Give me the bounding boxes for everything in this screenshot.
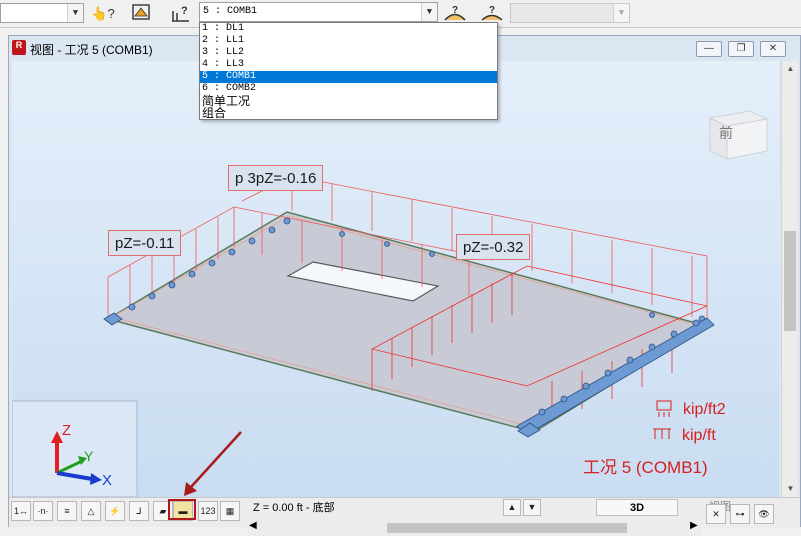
dropdown-item-simple-cases[interactable]: 简单工况 — [200, 95, 497, 107]
load-case-dropdown[interactable]: 1 : DL1 2 : LL1 3 : LL2 4 : LL3 5 : COMB… — [199, 22, 498, 120]
3d-viewport[interactable]: Z Y X 前 pZ=-0.11 p 3pZ=-0.16 pZ=-0.32 ki… — [12, 61, 779, 497]
window-title: 视图 - 工况 5 (COMB1) — [30, 43, 153, 57]
panel-label-icon[interactable]: ≡ — [57, 501, 77, 521]
restore-button[interactable]: ❐ — [728, 41, 754, 57]
scroll-thumb[interactable] — [784, 231, 796, 331]
highlight-box — [168, 499, 196, 520]
app-logo-icon: R — [12, 40, 26, 55]
hide-loads-icon[interactable]: ✕ — [706, 504, 726, 524]
release-icon[interactable]: ⚡ — [105, 501, 125, 521]
structure-model: Z Y X — [12, 110, 769, 497]
chevron-down-icon: ▼ — [613, 4, 629, 22]
eye-icon[interactable]: 👁 — [754, 504, 774, 524]
disabled-combo: ▼ — [510, 3, 630, 23]
load-edit-graphic: ? — [481, 5, 503, 21]
help-pointer-icon[interactable]: 👆? — [90, 2, 116, 26]
load-case-combo-value: 5 : COMB1 — [203, 6, 258, 17]
slab-panel — [106, 211, 709, 433]
load-query-icon[interactable]: ? — [168, 2, 194, 26]
load-query-graphic: ? — [172, 5, 189, 22]
load-label-left: pZ=-0.11 — [108, 230, 182, 256]
close-button[interactable]: ✕ — [760, 41, 786, 57]
load-case-combo[interactable]: 5 : COMB1 ▼ — [199, 2, 438, 22]
level-up-button[interactable]: ▲ — [503, 499, 521, 516]
dropdown-item-ll2[interactable]: 3 : LL2 — [200, 47, 497, 59]
link-icon[interactable]: ⊶ — [730, 504, 750, 524]
line-load-unit: kip/ft — [682, 427, 716, 444]
dropdown-item-combinations[interactable]: 组合 — [200, 107, 497, 119]
tab-3d[interactable]: 3D — [596, 499, 678, 516]
view-cube-face-label: 前 — [719, 125, 733, 141]
line-load-unit-icon — [653, 428, 671, 439]
axis-x-label: X — [102, 472, 112, 489]
view-frame-icon[interactable] — [128, 2, 154, 26]
axes-panel — [12, 400, 138, 497]
svg-text:?: ? — [489, 5, 495, 16]
numbering-icon[interactable]: 123 — [198, 501, 218, 521]
view-bottom-bar: Z = 0.00 ft - 底部 ▲ ▼ 3D 视图 1↔ ·n· ≡ △ ⚡ … — [9, 497, 800, 536]
scroll-down-icon[interactable]: ▼ — [782, 481, 799, 497]
view-combo[interactable]: ▼ — [0, 3, 84, 23]
level-indicator: Z = 0.00 ft - 底部 — [253, 502, 335, 514]
dropdown-item-comb1[interactable]: 5 : COMB1 — [200, 71, 497, 83]
frame-icon-graphic — [132, 4, 150, 20]
load-label-right: pZ=-0.32 — [456, 234, 531, 260]
scroll-left-icon[interactable]: ◀ — [249, 520, 257, 531]
grid-icon[interactable]: ▦ — [220, 501, 240, 521]
level-down-button[interactable]: ▼ — [523, 499, 541, 516]
load-display-graphic: ? — [444, 5, 466, 21]
node-label-icon[interactable]: 1↔ — [11, 501, 31, 521]
svg-text:?: ? — [181, 5, 188, 17]
area-load-unit: kip/ft2 — [683, 401, 726, 418]
minimize-button[interactable]: — — [696, 41, 722, 57]
load-label-top: p 3pZ=-0.16 — [228, 165, 324, 191]
case-label: 工况 5 (COMB1) — [583, 458, 708, 477]
member-label-icon[interactable]: ·n· — [33, 501, 53, 521]
support-icon[interactable]: △ — [81, 501, 101, 521]
dropdown-item-dl1[interactable]: 1 : DL1 — [200, 23, 497, 35]
scroll-right-icon[interactable]: ▶ — [690, 520, 698, 531]
vertical-scrollbar[interactable]: ▲ ▼ — [781, 61, 798, 497]
axis-z-label: Z — [62, 422, 71, 439]
hscroll-thumb[interactable] — [387, 523, 627, 533]
dropdown-item-ll1[interactable]: 2 : LL1 — [200, 35, 497, 47]
chevron-down-icon[interactable]: ▼ — [421, 3, 437, 21]
horizontal-scrollbar[interactable]: ◀ ▶ — [247, 520, 702, 536]
axis-icon[interactable]: ⅃ — [129, 501, 149, 521]
svg-text:?: ? — [452, 5, 458, 16]
chevron-down-icon[interactable]: ▼ — [67, 4, 83, 22]
dropdown-item-ll3[interactable]: 4 : LL3 — [200, 59, 497, 71]
area-load-unit-icon — [656, 400, 672, 417]
axis-y-label: Y — [84, 448, 94, 464]
scroll-up-icon[interactable]: ▲ — [782, 61, 799, 77]
